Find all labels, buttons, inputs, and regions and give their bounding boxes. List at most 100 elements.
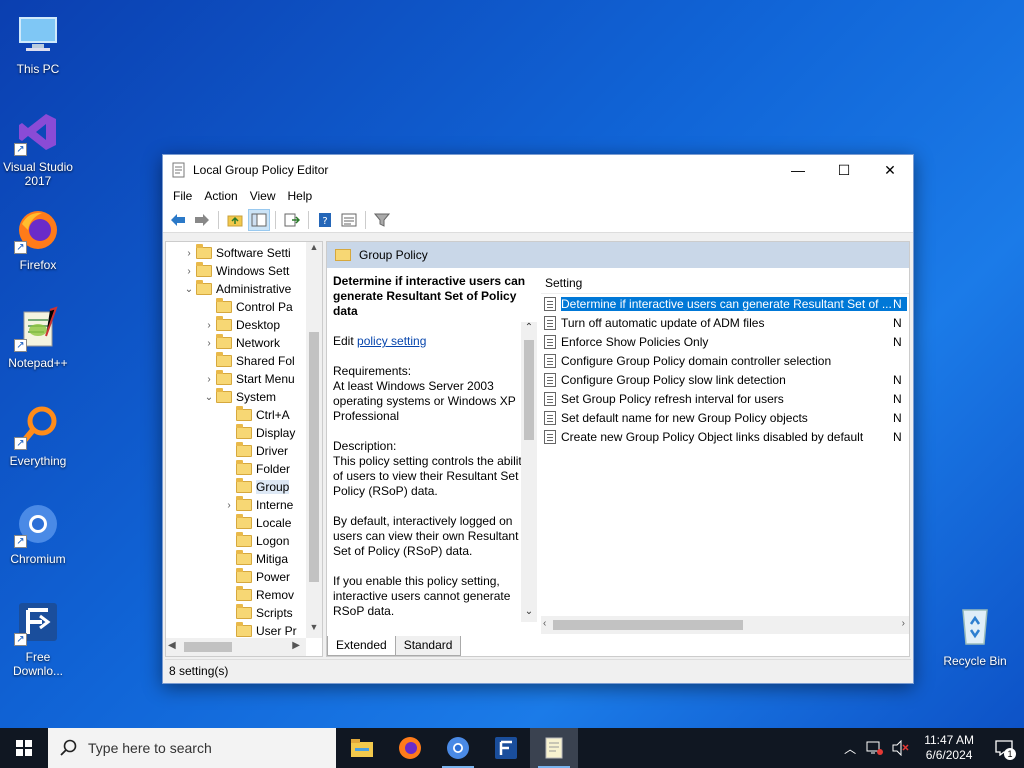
taskbar-free-download-manager[interactable] <box>482 728 530 768</box>
edit-policy-setting-link[interactable]: policy setting <box>357 334 426 348</box>
desktop-icon-this-pc[interactable]: This PC <box>0 10 76 76</box>
action-center-button[interactable]: 1 <box>984 728 1024 768</box>
tree-vertical-scrollbar[interactable]: ▲ ▼ <box>306 242 322 638</box>
desktop-icon-free-download[interactable]: ↗ Free Downlo... <box>0 598 76 678</box>
console-tree[interactable]: › Software Setti › Windows Sett ⌄ Administrat… <box>165 241 323 657</box>
scroll-down-arrow-icon[interactable]: ⌄ <box>521 606 537 622</box>
up-one-level-button[interactable] <box>224 209 246 231</box>
tree-node[interactable]: › Software Setti <box>182 244 291 262</box>
expand-chevron-right-icon[interactable]: › <box>222 500 236 511</box>
expand-chevron-right-icon[interactable]: › <box>182 248 196 259</box>
back-button[interactable] <box>167 209 189 231</box>
file-explorer-icon <box>351 739 373 757</box>
show-hidden-icons-chevron-icon[interactable]: ︿ <box>838 740 862 757</box>
scroll-thumb[interactable] <box>309 332 319 582</box>
scroll-right-arrow-icon[interactable]: ▶ <box>292 640 300 651</box>
tree-node[interactable]: Ctrl+A <box>222 406 290 424</box>
setting-row[interactable]: Enforce Show Policies Only N <box>541 332 909 351</box>
tree-node[interactable]: Scripts <box>222 604 293 622</box>
taskbar-chromium[interactable] <box>434 728 482 768</box>
menu-action[interactable]: Action <box>198 189 243 203</box>
scroll-down-arrow-icon[interactable]: ▼ <box>306 622 322 638</box>
setting-row[interactable]: Create new Group Policy Object links dis… <box>541 427 909 446</box>
scroll-thumb[interactable] <box>524 340 534 440</box>
tree-node[interactable]: › Start Menu <box>202 370 295 388</box>
start-button[interactable] <box>0 728 48 768</box>
taskbar-clock[interactable]: 11:47 AM 6/6/2024 <box>914 733 984 763</box>
column-header-setting[interactable]: Setting <box>541 272 909 294</box>
tree-node[interactable]: › Interne <box>222 496 293 514</box>
scroll-up-arrow-icon[interactable]: ⌃ <box>521 322 537 338</box>
scroll-thumb[interactable] <box>553 620 743 630</box>
volume-muted-icon[interactable] <box>892 740 910 756</box>
scroll-left-arrow-icon[interactable]: ◀ <box>168 640 176 651</box>
properties-button[interactable] <box>338 209 360 231</box>
taskbar-file-explorer[interactable] <box>338 728 386 768</box>
setting-row[interactable]: Configure Group Policy slow link detecti… <box>541 370 909 389</box>
help-button[interactable]: ? <box>314 209 336 231</box>
tree-node[interactable]: Display <box>222 424 295 442</box>
show-hide-console-tree-button[interactable] <box>248 208 270 231</box>
network-icon[interactable] <box>866 740 884 756</box>
tree-node[interactable]: Mitiga <box>222 550 288 568</box>
setting-row[interactable]: Set default name for new Group Policy ob… <box>541 408 909 427</box>
taskbar-group-policy-editor[interactable] <box>530 728 578 768</box>
close-button[interactable]: ✕ <box>867 155 913 185</box>
tree-node[interactable]: Locale <box>222 514 291 532</box>
scroll-up-arrow-icon[interactable]: ▲ <box>306 242 322 258</box>
maximize-button[interactable]: ☐ <box>821 155 867 185</box>
tree-node-label: User Pr <box>256 624 297 638</box>
expand-chevron-right-icon[interactable]: › <box>202 374 216 385</box>
tree-node[interactable]: Remov <box>222 586 294 604</box>
setting-row[interactable]: Turn off automatic update of ADM files N <box>541 313 909 332</box>
export-list-button[interactable] <box>281 209 303 231</box>
desktop-icon-chromium[interactable]: ↗ Chromium <box>0 500 76 566</box>
filter-button[interactable] <box>371 209 393 231</box>
settings-horizontal-scrollbar[interactable]: ‹ › <box>541 616 909 634</box>
scroll-left-arrow-icon[interactable]: ‹ <box>543 618 546 629</box>
tree-horizontal-scrollbar[interactable]: ◀ ▶ <box>166 638 306 656</box>
tree-node[interactable]: Driver <box>222 442 288 460</box>
tab-extended[interactable]: Extended <box>327 636 396 656</box>
expand-chevron-right-icon[interactable]: › <box>202 338 216 349</box>
desktop-icon-visual-studio[interactable]: ↗ Visual Studio 2017 <box>0 108 76 188</box>
expand-chevron-down-icon[interactable]: ⌄ <box>182 284 196 295</box>
tree-node[interactable]: ⌄ System <box>202 388 276 406</box>
desktop-icon-notepadpp[interactable]: ↗ Notepad++ <box>0 304 76 370</box>
expand-chevron-right-icon[interactable]: › <box>202 320 216 331</box>
taskbar-firefox[interactable] <box>386 728 434 768</box>
tree-node[interactable]: Power <box>222 568 290 586</box>
tree-node-label: Windows Sett <box>216 264 290 278</box>
forward-button[interactable] <box>191 209 213 231</box>
scroll-right-arrow-icon[interactable]: › <box>902 618 905 629</box>
title-bar[interactable]: Local Group Policy Editor — ☐ ✕ <box>163 155 913 185</box>
tree-node[interactable]: Folder <box>222 460 290 478</box>
tree-node[interactable]: Shared Fol <box>202 352 295 370</box>
description-vertical-scrollbar[interactable]: ⌃ ⌄ <box>521 322 537 622</box>
expand-chevron-down-icon[interactable]: ⌄ <box>202 392 216 403</box>
setting-row[interactable]: Set Group Policy refresh interval for us… <box>541 389 909 408</box>
expand-chevron-right-icon[interactable]: › <box>182 266 196 277</box>
tree-node[interactable]: › Desktop <box>202 316 280 334</box>
menu-view[interactable]: View <box>244 189 282 203</box>
tree-node[interactable]: Control Pa <box>202 298 293 316</box>
taskbar-search-box[interactable]: Type here to search <box>48 728 336 768</box>
setting-row[interactable]: Determine if interactive users can gener… <box>541 294 909 313</box>
tree-node[interactable]: ⌄ Administrative <box>182 280 291 298</box>
tab-standard[interactable]: Standard <box>394 636 462 656</box>
desktop-icon-everything[interactable]: ↗ Everything <box>0 402 76 468</box>
tree-node[interactable]: Group <box>222 478 290 496</box>
settings-list[interactable]: Setting Determine if interactive users c… <box>541 268 909 636</box>
desktop-icon-recycle-bin[interactable]: Recycle Bin <box>937 602 1013 668</box>
policy-editor-app-icon <box>545 737 563 759</box>
scroll-thumb[interactable] <box>184 642 232 652</box>
desktop-icon-firefox[interactable]: ↗ Firefox <box>0 206 76 272</box>
tree-node[interactable]: Logon <box>222 532 289 550</box>
minimize-button[interactable]: — <box>775 155 821 185</box>
setting-row[interactable]: Configure Group Policy domain controller… <box>541 351 909 370</box>
tree-node[interactable]: › Network <box>202 334 280 352</box>
menu-file[interactable]: File <box>167 189 198 203</box>
desktop-icon-label: Notepad++ <box>8 356 68 370</box>
tree-node[interactable]: › Windows Sett <box>182 262 289 280</box>
menu-help[interactable]: Help <box>282 189 319 203</box>
